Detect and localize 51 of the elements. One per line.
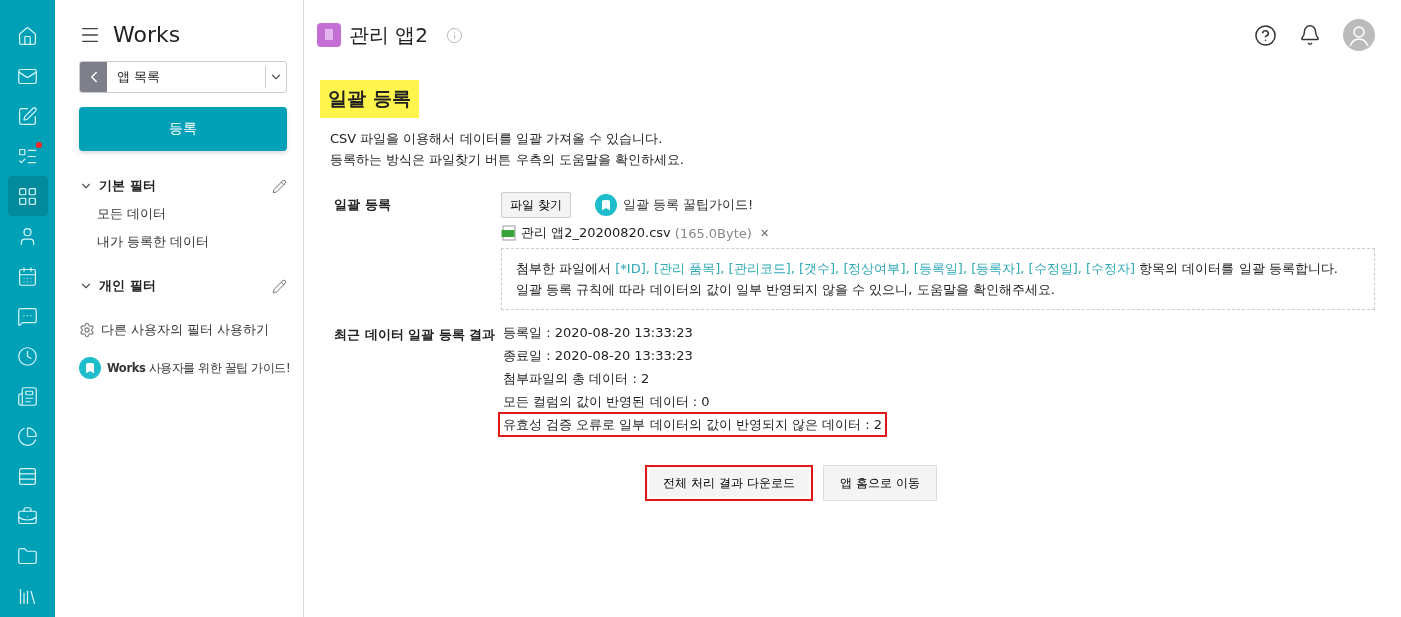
filter-section-title: 개인 필터 [99, 277, 157, 295]
field-label: 최근 데이터 일괄 등록 결과 [334, 326, 497, 344]
result-line: 종료일 : 2020-08-20 13:33:23 [502, 347, 694, 365]
filter-section-title: 기본 필터 [99, 177, 157, 195]
guide-link[interactable]: 일괄 등록 꿀팁가이드! [594, 194, 754, 216]
file-size: (165.0Byte) [674, 225, 752, 241]
sidebar-title: Works [113, 22, 181, 47]
result-line: 첨부파일의 총 데이터 : 2 [502, 370, 651, 388]
edit-icon [17, 105, 38, 127]
avatar-icon[interactable] [1343, 19, 1375, 51]
nav-rail-button[interactable] [7, 176, 48, 216]
briefcase-icon [17, 505, 38, 527]
notification-dot [35, 142, 42, 148]
field-label: 일괄 등록 [334, 196, 392, 214]
other-filter-link[interactable]: 다른 사용자의 필터 사용하기 [79, 321, 287, 339]
bookmark-icon [594, 194, 617, 216]
home-icon [17, 25, 38, 47]
gear-icon [79, 322, 95, 338]
info-icon[interactable] [446, 26, 464, 44]
clock-icon [17, 345, 38, 367]
result-line: 등록일 : 2020-08-20 13:33:23 [502, 324, 694, 342]
browse-button[interactable]: 파일 찾기 [501, 192, 571, 218]
chat-icon [17, 305, 38, 327]
notice-text: 일괄 등록 규칙에 따라 데이터의 값이 일부 반영되지 않을 수 있으니, 도움말을 확인해주세요. [516, 281, 1056, 299]
guide-link[interactable]: Works 사용자를 위한 꿀팁 가이드! [79, 357, 287, 379]
notice-text: 첨부한 파일에서 [*ID], [관리 품목], [관리코드], [갯수], [정상여부], [등록일], [등록자], [수정일], [수정자] 항목의 데이터를 일괄 등록합니다. [516, 260, 1339, 278]
filter-item[interactable]: 모든 데이터 [97, 205, 287, 223]
grid-icon [17, 185, 38, 207]
pie-chart-icon [17, 425, 38, 447]
folder-icon [17, 545, 38, 567]
board-icon [17, 385, 38, 407]
bell-icon[interactable] [1299, 24, 1321, 46]
intro-text: 등록하는 방식은 파일찾기 버튼 우측의 도움말을 확인하세요. [330, 151, 685, 169]
app-icon [317, 23, 341, 47]
file-name: 관리 앱2_20200820.csv [521, 224, 671, 242]
calendar-icon [17, 265, 38, 287]
remove-file-button[interactable]: ✕ [755, 226, 774, 240]
bookmark-icon [79, 357, 101, 379]
csv-file-icon [501, 225, 517, 241]
rows-icon [17, 465, 38, 487]
app-title: 관리 앱2 [349, 21, 429, 49]
result-line: 모든 컬럼의 값이 반영된 데이터 : 0 [502, 393, 711, 411]
filter-item[interactable]: 내가 등록한 데이터 [97, 233, 287, 251]
intro-text: CSV 파일을 이용해서 데이터를 일괄 가져올 수 있습니다. [330, 130, 664, 148]
help-icon[interactable] [1254, 23, 1277, 47]
edit-icon[interactable] [272, 278, 287, 294]
action-button[interactable]: 앱 홈으로 이동 [822, 465, 937, 501]
action-button[interactable]: 전체 처리 결과 다운로드 [645, 465, 813, 501]
app-select[interactable]: 앱 목록 [79, 61, 287, 93]
edit-icon[interactable] [272, 178, 287, 194]
page-heading: 일괄 등록 [320, 80, 419, 118]
